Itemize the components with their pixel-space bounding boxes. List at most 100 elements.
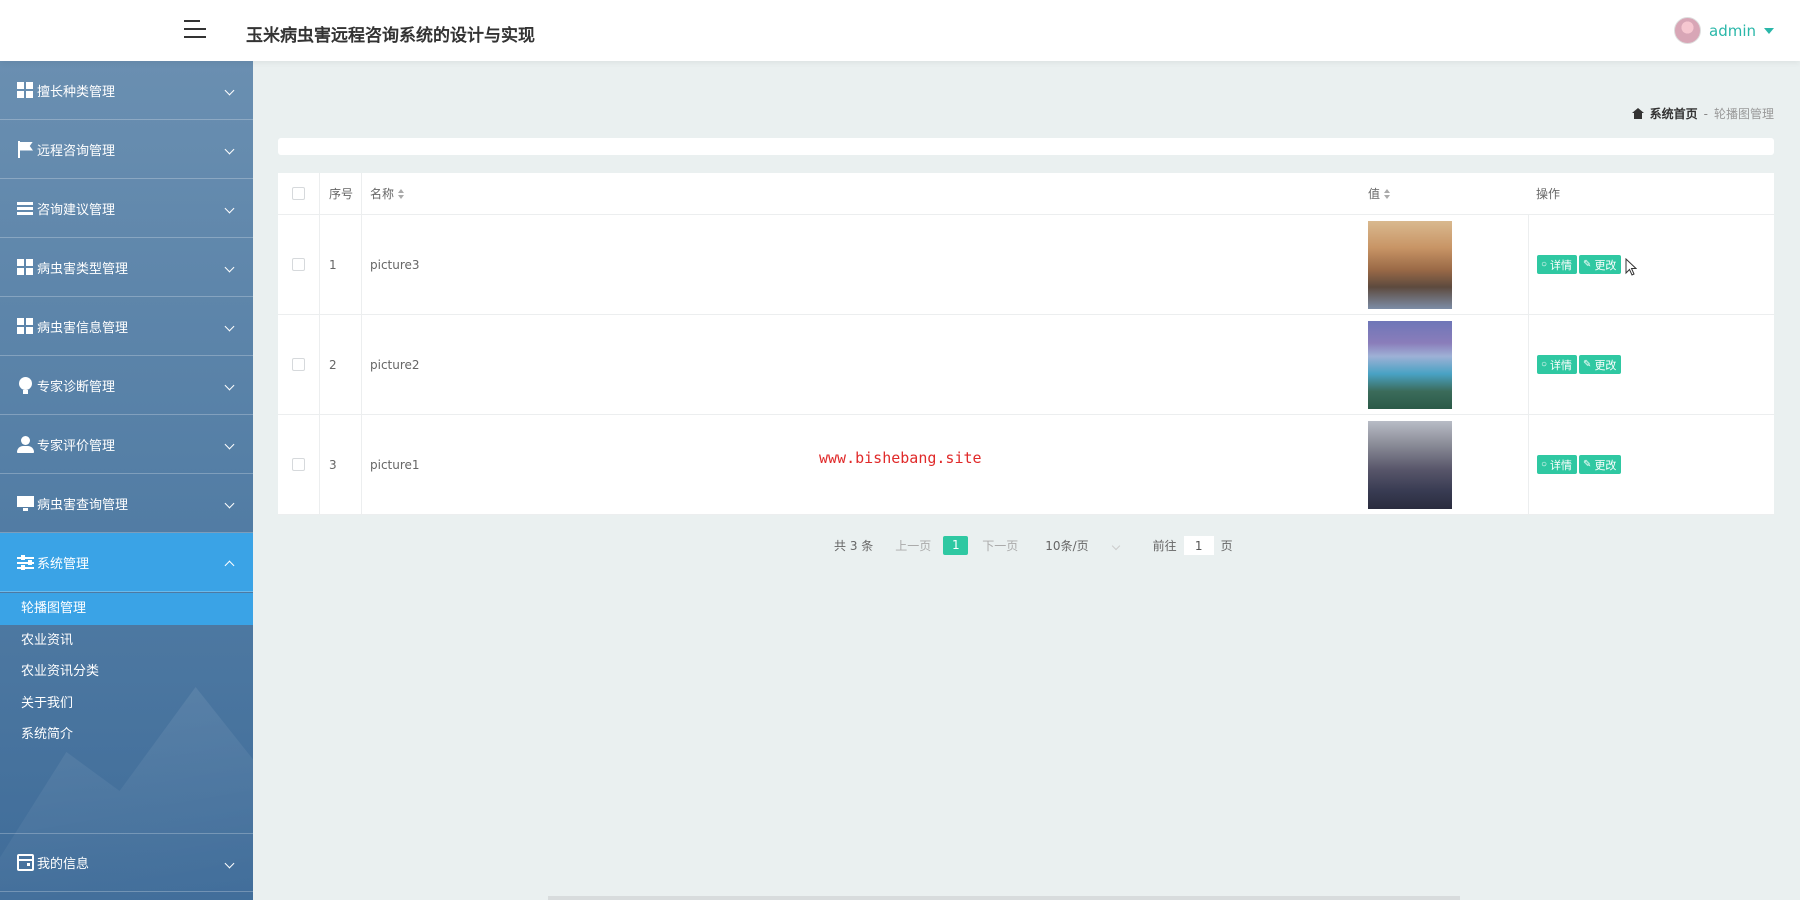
row-name: picture2 (370, 357, 420, 372)
header-checkbox-cell (278, 173, 320, 214)
wallet-icon (17, 854, 34, 871)
detail-button-label: 详情 (1550, 259, 1573, 272)
submenu-item-about-us[interactable]: 关于我们 (0, 688, 253, 720)
carousel-thumbnail[interactable] (1368, 320, 1452, 409)
chevron-down-icon (224, 380, 235, 391)
sidebar-item-label: 我的信息 (37, 857, 90, 872)
avatar[interactable] (1674, 17, 1701, 44)
search-icon: ○ (1541, 459, 1548, 470)
prev-page-button[interactable]: 上一页 (895, 537, 931, 554)
select-all-checkbox[interactable] (292, 187, 305, 200)
grid-icon (17, 258, 34, 276)
column-header-label: 序号 (329, 187, 354, 201)
search-icon: ○ (1541, 259, 1548, 270)
data-table: 序号 名称 值 操作 1 picture3 ○ 详情 ✎ 更改 2 picture2… (278, 173, 1774, 515)
watermark-text: www.bishebang.site (819, 449, 982, 467)
list-icon (17, 200, 34, 217)
page-size-select[interactable]: 10条/页 (1045, 537, 1120, 554)
edit-button-label: 更改 (1594, 459, 1617, 472)
breadcrumb-home[interactable]: 系统首页 (1650, 105, 1698, 122)
row-checkbox-cell (278, 315, 320, 414)
search-bar (278, 138, 1774, 155)
chevron-down-icon (224, 498, 235, 509)
app-title: 玉米病虫害远程咨询系统的设计与实现 (246, 26, 535, 46)
page-number-button[interactable]: 1 (943, 536, 969, 555)
detail-button[interactable]: ○ 详情 (1537, 355, 1578, 374)
sidebar-item-specialty-types[interactable]: 擅长种类管理 (0, 61, 253, 120)
detail-button-label: 详情 (1550, 359, 1573, 372)
chevron-down-icon (224, 439, 235, 450)
sidebar-item-my-info[interactable]: 我的信息 (0, 833, 253, 892)
horizontal-scrollbar[interactable] (548, 896, 1460, 900)
pencil-icon: ✎ (1583, 359, 1592, 370)
sidebar-item-label: 病虫害类型管理 (37, 261, 129, 277)
system-submenu: 轮播图管理 农业资讯 农业资讯分类 关于我们 系统简介 (0, 593, 253, 751)
sidebar-item-label: 系统管理 (37, 556, 90, 572)
page-size-value: 10条/页 (1045, 539, 1089, 553)
grid-icon (17, 317, 34, 335)
breadcrumb-separator: - (1703, 106, 1708, 121)
chevron-down-icon (1111, 541, 1120, 550)
sidebar-item-expert-diagnosis[interactable]: 专家诊断管理 (0, 356, 253, 415)
user-name[interactable]: admin (1709, 22, 1756, 40)
detail-button[interactable]: ○ 详情 (1537, 455, 1578, 474)
breadcrumb-current: 轮播图管理 (1713, 107, 1774, 121)
row-checkbox-cell (278, 415, 320, 514)
user-icon (17, 435, 34, 453)
chevron-up-icon (224, 560, 235, 571)
edit-button[interactable]: ✎ 更改 (1579, 455, 1622, 474)
column-header-value[interactable]: 值 (1360, 173, 1528, 214)
row-checkbox[interactable] (292, 358, 305, 371)
sidebar-item-pest-types[interactable]: 病虫害类型管理 (0, 238, 253, 297)
user-menu[interactable]: admin (1674, 17, 1774, 44)
sidebar-item-expert-review[interactable]: 专家评价管理 (0, 415, 253, 474)
menu-toggle-icon[interactable] (184, 18, 206, 40)
submenu-item-agri-news-category[interactable]: 农业资讯分类 (0, 656, 253, 688)
sidebar-item-label: 专家诊断管理 (37, 379, 116, 395)
sidebar-item-label: 病虫害查询管理 (37, 497, 129, 513)
sidebar-item-pest-query[interactable]: 病虫害查询管理 (0, 474, 253, 533)
chevron-down-icon (224, 203, 235, 214)
table-row: 3 picture1 ○ 详情 ✎ 更改 (278, 415, 1774, 515)
pagination: 共 3 条 上一页 1 下一页 10条/页 前往 页 (834, 536, 1233, 555)
row-checkbox[interactable] (292, 458, 305, 471)
submenu-item-carousel[interactable]: 轮播图管理 (0, 593, 253, 625)
row-actions: ○ 详情 ✎ 更改 (1528, 315, 1774, 414)
sidebar-item-system[interactable]: 系统管理 (0, 533, 253, 592)
row-index: 3 (320, 415, 362, 514)
column-header-index: 序号 (320, 173, 362, 214)
carousel-thumbnail[interactable] (1368, 420, 1452, 509)
sidebar-item-pest-info[interactable]: 病虫害信息管理 (0, 297, 253, 356)
row-checkbox[interactable] (292, 258, 305, 271)
column-header-name[interactable]: 名称 (362, 173, 1360, 214)
goto-label: 前往 (1152, 539, 1177, 553)
column-header-label: 名称 (370, 187, 395, 201)
detail-button[interactable]: ○ 详情 (1537, 255, 1578, 274)
row-checkbox-cell (278, 215, 320, 314)
column-header-actions: 操作 (1528, 173, 1774, 214)
sort-icon[interactable] (1384, 188, 1391, 199)
row-value-cell (1360, 315, 1528, 414)
edit-button[interactable]: ✎ 更改 (1579, 355, 1622, 374)
goto-page-input[interactable] (1183, 536, 1214, 555)
carousel-thumbnail[interactable] (1368, 220, 1452, 309)
sidebar-item-label: 擅长种类管理 (37, 84, 116, 100)
edit-button-label: 更改 (1594, 259, 1617, 272)
caret-down-icon[interactable] (1764, 27, 1774, 34)
sidebar-item-remote-consult[interactable]: 远程咨询管理 (0, 120, 253, 179)
submenu-item-system-intro[interactable]: 系统简介 (0, 719, 253, 751)
edit-button[interactable]: ✎ 更改 (1579, 255, 1622, 274)
row-actions: ○ 详情 ✎ 更改 (1528, 415, 1774, 514)
flag-icon (17, 140, 34, 158)
pagination-total: 共 3 条 (834, 539, 874, 553)
next-page-button[interactable]: 下一页 (982, 537, 1018, 554)
sliders-icon (17, 554, 34, 571)
sort-icon[interactable] (398, 188, 405, 199)
submenu-item-agri-news[interactable]: 农业资讯 (0, 625, 253, 657)
sidebar-item-consult-advice[interactable]: 咨询建议管理 (0, 179, 253, 238)
chevron-down-icon (224, 144, 235, 155)
page-unit-label: 页 (1220, 539, 1233, 553)
column-header-label: 操作 (1536, 187, 1561, 201)
table-row: 1 picture3 ○ 详情 ✎ 更改 (278, 215, 1774, 315)
monitor-icon (17, 495, 34, 512)
